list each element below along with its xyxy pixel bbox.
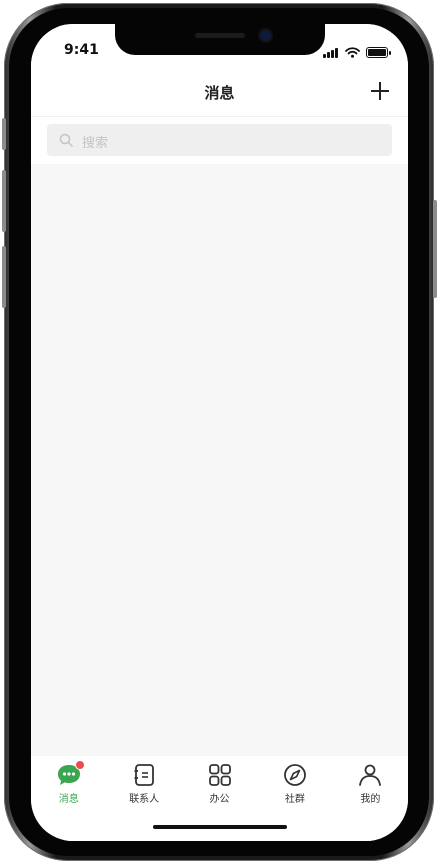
home-indicator[interactable] [153, 825, 287, 829]
volume-up-button [2, 170, 6, 232]
contacts-book-icon [131, 763, 157, 787]
tab-bar: 消息 联系人 办公 社群 我的 [31, 756, 408, 808]
plus-icon [371, 82, 389, 100]
person-icon [357, 763, 383, 787]
notch [115, 24, 325, 55]
status-time: 9:41 [64, 42, 99, 58]
speaker-grille [195, 33, 245, 38]
tab-messages[interactable]: 消息 [31, 756, 106, 808]
chat-bubble-icon [56, 760, 85, 787]
tab-profile[interactable]: 我的 [333, 756, 408, 808]
volume-down-button [2, 246, 6, 308]
status-icons [323, 43, 391, 62]
tab-label: 消息 [58, 794, 79, 805]
compass-icon [282, 763, 308, 787]
tab-label: 办公 [209, 794, 230, 805]
add-button[interactable] [368, 79, 392, 103]
wifi-icon [345, 43, 360, 62]
battery-icon [366, 47, 391, 58]
tab-contacts[interactable]: 联系人 [106, 756, 181, 808]
grid-apps-icon [207, 763, 233, 787]
search-area: 搜索 [31, 116, 408, 164]
search-input[interactable]: 搜索 [47, 124, 392, 156]
page-title: 消息 [204, 84, 235, 102]
tab-label: 社群 [284, 794, 305, 805]
tab-office[interactable]: 办公 [182, 756, 257, 808]
home-indicator-area [31, 808, 408, 841]
message-list [31, 164, 408, 756]
unread-badge [74, 760, 85, 770]
search-placeholder: 搜索 [82, 136, 109, 151]
front-camera [260, 30, 271, 41]
search-icon [59, 133, 73, 147]
tab-community[interactable]: 社群 [257, 756, 332, 808]
tab-label: 我的 [360, 794, 381, 805]
silent-switch [2, 118, 6, 150]
cellular-signal-icon [323, 47, 339, 58]
tab-label: 联系人 [129, 794, 160, 805]
phone-screen: 9:41 消息 搜索 消息 联系人 办公 社群 我的 [31, 24, 408, 841]
power-button [433, 200, 437, 298]
navigation-bar: 消息 [31, 68, 408, 116]
